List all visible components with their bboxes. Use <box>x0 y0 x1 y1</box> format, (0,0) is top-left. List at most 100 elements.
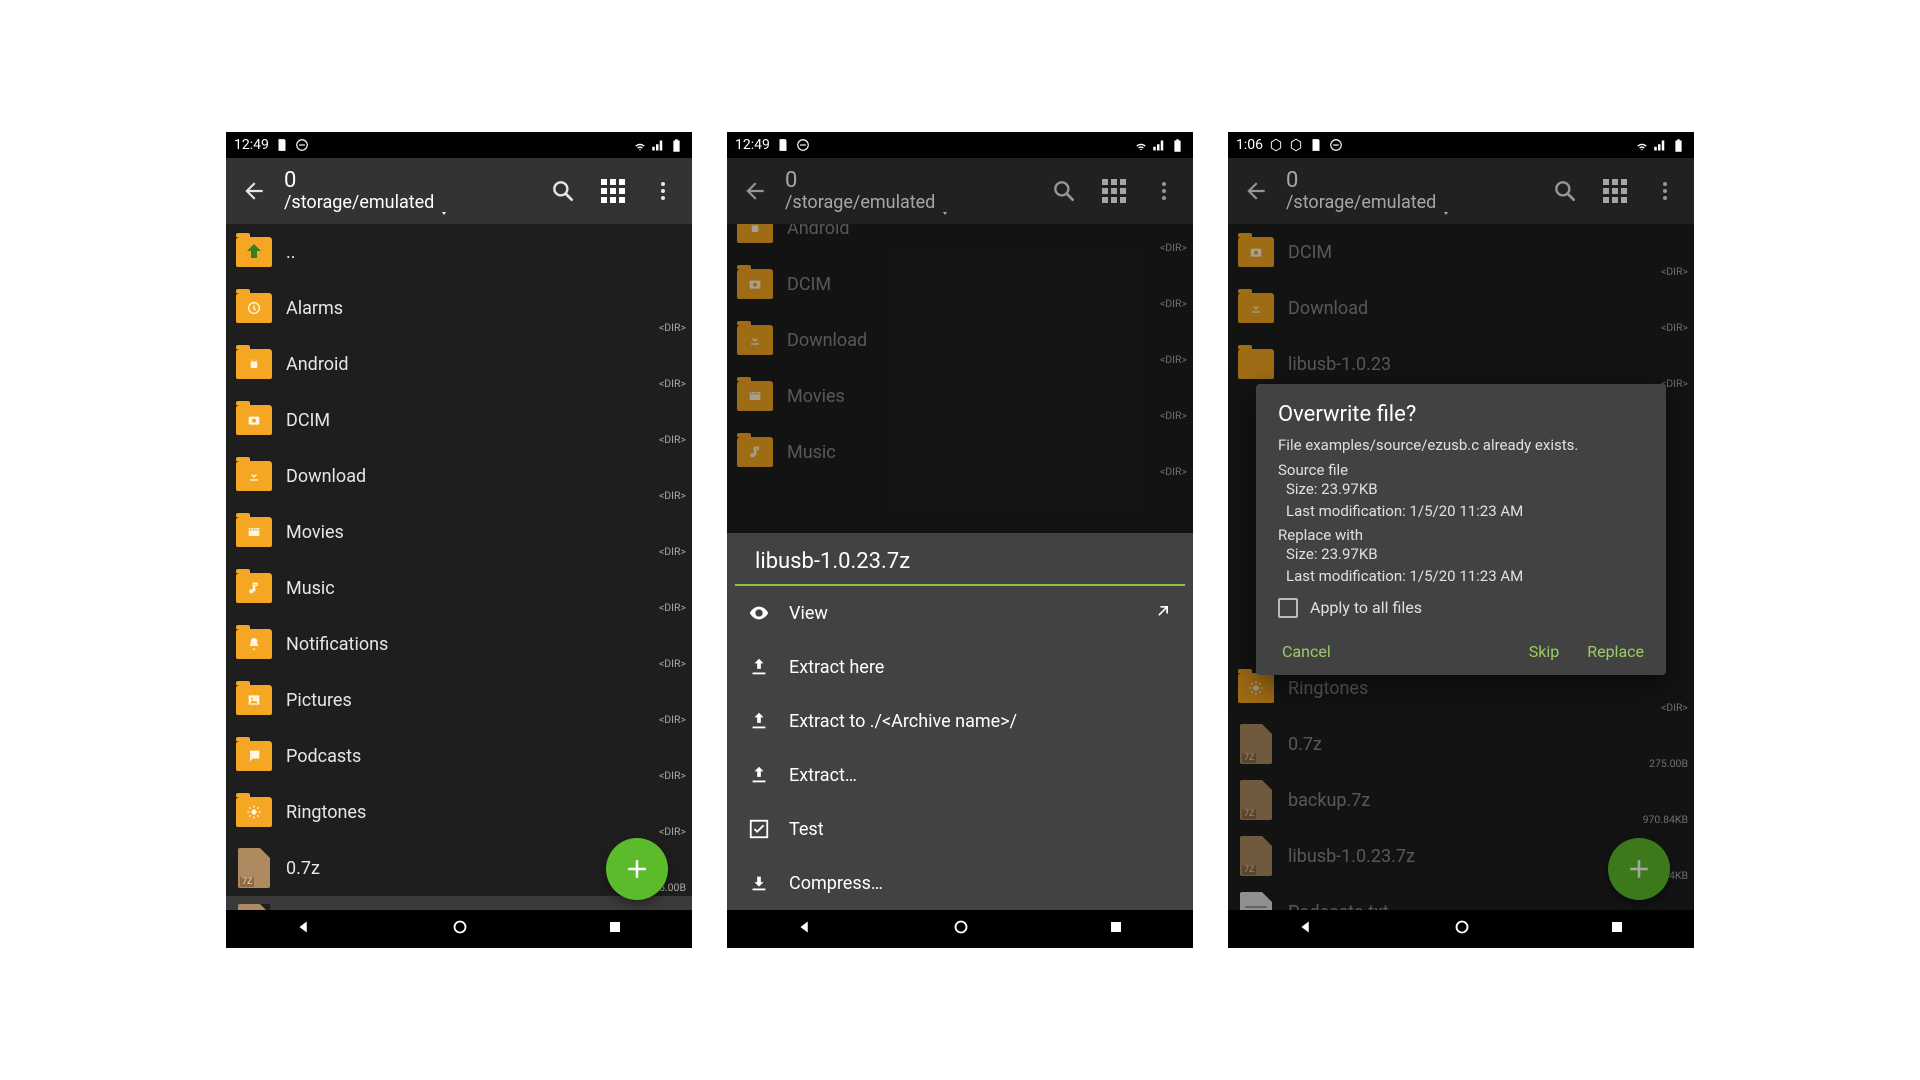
file-name: Movies <box>286 522 344 543</box>
overflow-menu-button[interactable] <box>640 168 686 214</box>
add-fab[interactable] <box>606 838 668 900</box>
skip-button[interactable]: Skip <box>1529 642 1559 661</box>
dialog-source-mod: Last modification: 1/5/20 11:23 AM <box>1278 501 1644 523</box>
checkbox-icon <box>747 818 771 840</box>
sheet-action[interactable]: Extract to ./<Archive name>/ <box>727 694 1193 748</box>
extract-icon <box>747 656 771 678</box>
file-row[interactable]: Music <DIR> <box>226 560 692 616</box>
screenshot-1: 12:49 0 /storage/emulated .. Alarms <box>226 132 692 948</box>
view-grid-button[interactable] <box>590 168 636 214</box>
screenshot-2: 12:49 0 /storage/emulated Android <DIR> <box>727 132 1193 948</box>
file-name: Music <box>286 578 335 599</box>
checkbox-icon <box>1278 598 1298 618</box>
dialog-replace-mod: Last modification: 1/5/20 11:23 AM <box>1278 566 1644 588</box>
screenshot-3: 1:06 0 /storage/emulated DCIM <DIR> Dow <box>1228 132 1694 948</box>
file-name: Alarms <box>286 298 343 319</box>
sheet-action[interactable]: Test <box>727 802 1193 856</box>
apply-all-checkbox[interactable]: Apply to all files <box>1278 598 1644 618</box>
dialog-replace-size: Size: 23.97KB <box>1278 544 1644 566</box>
folder-icon <box>236 461 272 491</box>
signal-icon <box>651 138 666 153</box>
file-name: Android <box>286 354 349 375</box>
folder-icon <box>236 573 272 603</box>
apply-all-label: Apply to all files <box>1310 598 1422 617</box>
file-row[interactable]: .. <box>226 224 692 280</box>
battery-icon <box>669 138 684 153</box>
nav-recent-button[interactable] <box>1607 917 1627 941</box>
sheet-action-label: Extract to ./<Archive name>/ <box>789 711 1017 732</box>
signal-icon <box>1653 138 1668 153</box>
file-meta: <DIR> <box>659 433 686 446</box>
file-row[interactable]: Pictures <DIR> <box>226 672 692 728</box>
nav-back-button[interactable] <box>293 916 315 942</box>
dialog-source-size: Size: 23.97KB <box>1278 479 1644 501</box>
cancel-button[interactable]: Cancel <box>1282 642 1331 661</box>
dialog-replace-label: Replace with <box>1278 526 1644 544</box>
file-meta: <DIR> <box>659 489 686 502</box>
replace-button[interactable]: Replace <box>1587 642 1644 661</box>
dialog-source-label: Source file <box>1278 461 1644 479</box>
sheet-action[interactable]: Extract here <box>727 640 1193 694</box>
sheet-action[interactable]: Compress… <box>727 856 1193 910</box>
file-row[interactable]: Podcasts <DIR> <box>226 728 692 784</box>
sheet-action[interactable]: Extract… <box>727 748 1193 802</box>
file-name: Podcasts <box>286 746 361 767</box>
do-not-disturb-icon <box>1329 138 1343 152</box>
dialog-title: Overwrite file? <box>1278 402 1644 427</box>
nav-recent-button[interactable] <box>1106 917 1126 941</box>
status-bar: 1:06 <box>1228 132 1694 158</box>
open-external-icon[interactable] <box>1153 601 1173 626</box>
folder-icon <box>236 293 272 323</box>
sheet-action[interactable]: View <box>727 586 1193 640</box>
dl-icon <box>747 872 771 894</box>
search-button[interactable] <box>540 168 586 214</box>
back-button[interactable] <box>232 169 276 213</box>
status-bar: 12:49 <box>226 132 692 158</box>
dropdown-indicator-icon <box>440 205 452 224</box>
folder-icon <box>236 685 272 715</box>
file-name: 0.7z <box>286 858 320 879</box>
sd-icon <box>776 138 790 152</box>
do-not-disturb-icon <box>295 138 309 152</box>
file-meta: <DIR> <box>659 657 686 670</box>
wifi-icon <box>1133 137 1149 153</box>
nav-home-button[interactable] <box>1451 916 1473 942</box>
sd-icon <box>275 138 289 152</box>
nav-back-button[interactable] <box>1295 916 1317 942</box>
status-time: 1:06 <box>1236 137 1263 153</box>
file-list[interactable]: .. Alarms <DIR> Android <DIR> DCIM <DIR>… <box>226 224 692 910</box>
file-row[interactable]: 7Z libusb-1.0.23.7z 970.34KB <box>226 896 692 910</box>
battery-icon <box>1671 138 1686 153</box>
file-row[interactable]: Android <DIR> <box>226 336 692 392</box>
file-row[interactable]: Movies <DIR> <box>226 504 692 560</box>
folder-icon <box>236 349 272 379</box>
status-bar: 12:49 <box>727 132 1193 158</box>
extract-icon <box>747 764 771 786</box>
folder-icon <box>236 405 272 435</box>
nav-bar <box>727 910 1193 948</box>
nav-home-button[interactable] <box>950 916 972 942</box>
folder-up-icon <box>236 237 272 267</box>
sd-icon <box>1309 138 1323 152</box>
nav-home-button[interactable] <box>449 916 471 942</box>
file-name: Download <box>286 466 366 487</box>
file-row[interactable]: Ringtones <DIR> <box>226 784 692 840</box>
folder-icon <box>236 517 272 547</box>
file-meta: <DIR> <box>659 769 686 782</box>
path-dropdown[interactable]: 0 /storage/emulated <box>284 169 434 213</box>
folder-icon <box>236 629 272 659</box>
app-bar: 0 /storage/emulated <box>226 158 692 224</box>
file-row[interactable]: DCIM <DIR> <box>226 392 692 448</box>
do-not-disturb-icon <box>796 138 810 152</box>
sheet-action-label: Test <box>789 819 824 840</box>
nav-recent-button[interactable] <box>605 917 625 941</box>
file-name: Notifications <box>286 634 388 655</box>
sheet-action-label: Extract here <box>789 657 884 678</box>
extract-icon <box>747 710 771 732</box>
file-row[interactable]: Notifications <DIR> <box>226 616 692 672</box>
file-row[interactable]: Download <DIR> <box>226 448 692 504</box>
file-row[interactable]: Alarms <DIR> <box>226 280 692 336</box>
file-name: Ringtones <box>286 802 366 823</box>
nav-back-button[interactable] <box>794 916 816 942</box>
sheet-action-label: Extract… <box>789 765 857 786</box>
